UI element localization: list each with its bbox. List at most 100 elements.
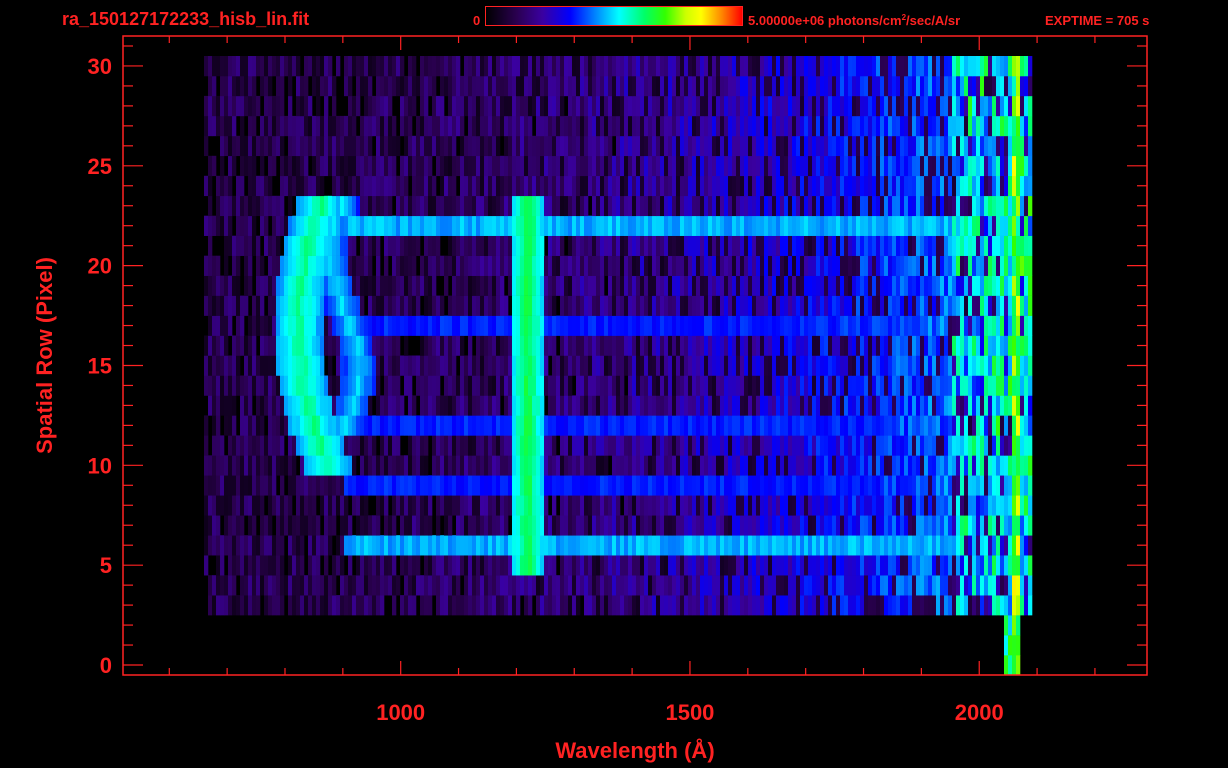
heatmap-cell — [272, 215, 277, 236]
heatmap-cell — [820, 575, 825, 596]
heatmap-cell — [224, 595, 229, 616]
heatmap-cell — [364, 555, 369, 576]
heatmap-cell — [652, 575, 657, 596]
heatmap-cell — [956, 415, 961, 436]
heatmap-cell — [312, 335, 317, 356]
heatmap-cell — [368, 135, 373, 157]
heatmap-cell — [476, 515, 481, 536]
heatmap-cell — [556, 375, 561, 396]
heatmap-cell — [1008, 635, 1013, 656]
heatmap-cell — [432, 435, 437, 456]
heatmap-cell — [872, 315, 877, 336]
heatmap-cell — [660, 175, 665, 197]
heatmap-cell — [488, 395, 493, 416]
heatmap-cell — [860, 455, 865, 476]
heatmap-cell — [528, 535, 533, 556]
heatmap-cell — [988, 215, 993, 236]
heatmap-cell — [208, 155, 213, 177]
heatmap-cell — [936, 135, 941, 157]
heatmap-cell — [612, 495, 617, 516]
heatmap-cell — [864, 515, 869, 536]
heatmap-cell — [592, 375, 597, 396]
heatmap-cell — [976, 355, 981, 376]
heatmap-cell — [520, 575, 525, 596]
heatmap-cell — [752, 515, 757, 536]
heatmap-cell — [972, 495, 977, 516]
heatmap-cell — [580, 355, 585, 376]
heatmap-cell — [600, 135, 605, 157]
heatmap-cell — [800, 215, 805, 236]
heatmap-cell — [620, 435, 625, 456]
heatmap-cell — [884, 115, 889, 137]
heatmap-cell — [512, 375, 517, 396]
heatmap-cell — [468, 155, 473, 177]
heatmap-cell — [548, 175, 553, 197]
heatmap-cell — [660, 315, 665, 336]
heatmap-cell — [572, 215, 577, 236]
heatmap-cell — [560, 235, 565, 256]
heatmap-cell — [836, 355, 841, 376]
heatmap-cell — [956, 475, 961, 496]
heatmap-cell — [272, 535, 277, 556]
heatmap-cell — [388, 115, 393, 137]
heatmap-cell — [608, 495, 613, 516]
heatmap-cell — [980, 315, 985, 336]
heatmap-cell — [764, 475, 769, 496]
heatmap-cell — [900, 475, 905, 496]
heatmap-cell — [528, 375, 533, 396]
heatmap-cell — [472, 415, 477, 436]
heatmap-cell — [1008, 535, 1013, 556]
heatmap-cell — [476, 155, 481, 177]
heatmap-cell — [636, 195, 641, 217]
heatmap-cell — [884, 495, 889, 516]
heatmap-cell — [656, 455, 661, 476]
heatmap-cell — [428, 155, 433, 177]
heatmap-cell — [872, 355, 877, 376]
heatmap-cell — [216, 275, 221, 296]
heatmap-cell — [376, 255, 381, 276]
heatmap-cell — [276, 435, 281, 456]
heatmap-cell — [948, 195, 953, 217]
heatmap-cell — [640, 335, 645, 356]
heatmap-cell — [1012, 395, 1017, 416]
heatmap-cell — [232, 275, 237, 296]
heatmap-cell — [396, 295, 401, 316]
heatmap-cell — [688, 415, 693, 436]
heatmap-cell — [364, 395, 369, 416]
heatmap-cell — [376, 455, 381, 476]
heatmap-cell — [272, 335, 277, 356]
heatmap-cell — [788, 555, 793, 576]
heatmap-cell — [656, 515, 661, 536]
heatmap-cell — [692, 315, 697, 336]
heatmap-cell — [388, 375, 393, 396]
heatmap-cell — [948, 555, 953, 576]
heatmap-cell — [864, 335, 869, 356]
heatmap-cell — [252, 555, 257, 576]
heatmap-cell — [976, 115, 981, 137]
heatmap-cell — [828, 475, 833, 496]
heatmap-cell — [772, 395, 777, 416]
heatmap-cell — [980, 355, 985, 376]
heatmap-cell — [928, 195, 933, 217]
heatmap-cell — [544, 195, 549, 217]
heatmap-cell — [1012, 595, 1017, 616]
heatmap-cell — [576, 175, 581, 197]
heatmap-cell — [880, 535, 885, 556]
heatmap-cell — [400, 515, 405, 536]
heatmap-cell — [704, 355, 709, 376]
heatmap-cell — [776, 575, 781, 596]
heatmap-cell — [648, 275, 653, 296]
heatmap-cell — [856, 495, 861, 516]
heatmap-cell — [620, 215, 625, 236]
heatmap-cell — [1004, 535, 1009, 556]
heatmap-cell — [316, 555, 321, 576]
heatmap-cell — [572, 275, 577, 296]
heatmap-cell — [840, 155, 845, 177]
heatmap-cell — [216, 175, 221, 197]
heatmap-cell — [436, 575, 441, 596]
heatmap-cell — [524, 355, 529, 376]
heatmap-cell — [288, 495, 293, 516]
heatmap-cell — [852, 115, 857, 137]
heatmap-cell — [720, 255, 725, 276]
heatmap-cell — [220, 315, 225, 336]
